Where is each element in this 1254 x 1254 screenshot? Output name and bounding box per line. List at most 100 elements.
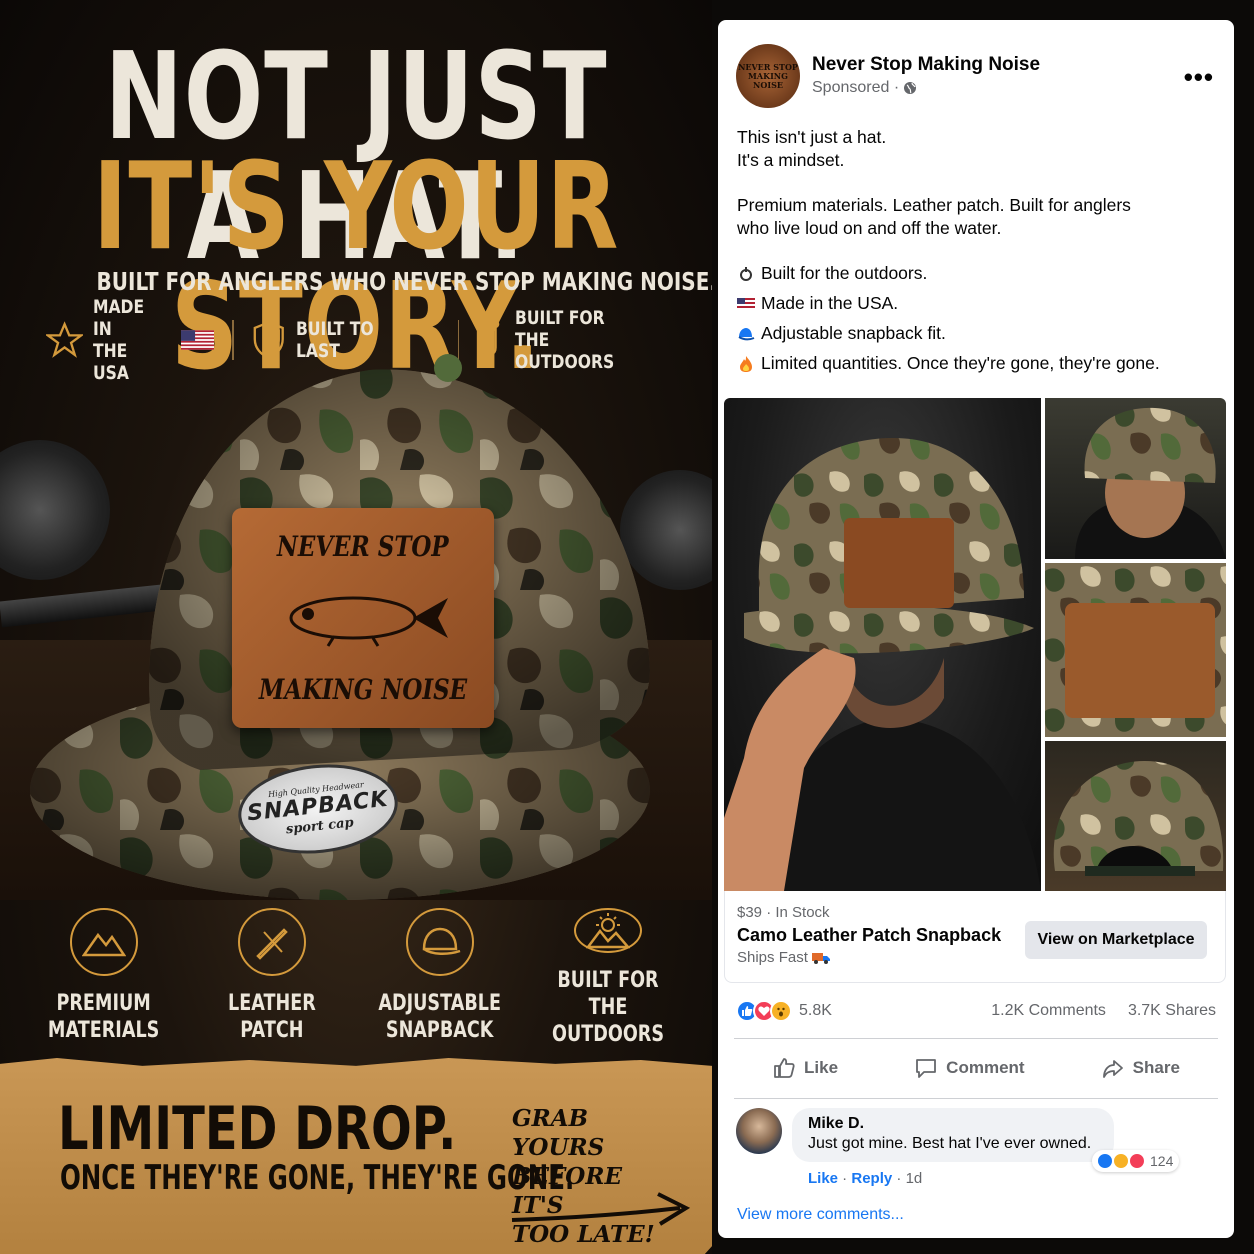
feature-adjustable-snapback: ADJUSTABLE SNAPBACK [360,908,520,1048]
feature-premium-label-1: PREMIUM [56,991,152,1016]
like-button-label: Like [804,1058,839,1077]
us-flag-icon [180,330,215,350]
bullet-made-in-usa: Made in the USA. [737,292,1217,315]
page-name[interactable]: Never Stop Making Noise [812,54,1040,76]
commenter-name[interactable]: Mike D. [808,1115,1098,1133]
post-line-3: Premium materials. Leather patch. Built … [737,195,1131,215]
feature-leather-patch: LEATHER PATCH [192,908,352,1048]
product-price: $39 · In Stock [737,904,830,921]
bullet-snapback: Adjustable snapback fit. [737,322,1217,345]
share-button[interactable]: Share [1101,1056,1180,1080]
us-flag-icon [737,295,755,313]
needle-icon [256,928,288,960]
share-button-label: Share [1132,1058,1180,1077]
view-on-marketplace-button[interactable]: View on Marketplace [1025,921,1207,959]
mountains-icon [82,932,126,957]
reactions-summary[interactable]: 5.8K [736,1000,832,1022]
post-line-4: who live loud on and off the water. [737,218,1002,238]
feature-outdoors-label-1: BUILT FOR THE [557,968,659,1020]
tagline-row: BUILT FOR ANGLERS WHO NEVER STOP MAKING … [55,264,712,298]
patch-top-text: NEVER STOP [277,530,449,563]
bullet-usa-text: Made in the USA. [761,293,899,313]
feature-outdoors-label-2: OUTDOORS [551,1022,665,1047]
fishing-reel-icon [737,265,755,283]
page-avatar[interactable]: NEVER STOP MAKING NOISE [736,44,800,108]
banner-cta-line-1: GRAB YOURS [512,1105,605,1161]
gallery-image-strap[interactable] [1045,741,1226,891]
feature-adjustable-label-2: SNAPBACK [386,1018,494,1043]
gallery-image-back[interactable] [1045,398,1226,559]
product-title[interactable]: Camo Leather Patch Snapback [737,925,1001,946]
reactions-count: 5.8K [799,1002,832,1019]
post-stats: 5.8K 1.2K Comments 3.7K Shares [736,996,1216,1026]
post-line-2: It's a mindset. [737,150,845,170]
comment-text: Just got mine. Best hat I've ever owned. [808,1135,1092,1152]
feature-built-for-label-1: BUILT FOR THE [515,307,605,351]
comment-time: 1d [905,1170,923,1187]
sun-mountain-icon [586,912,630,948]
post-body: This isn't just a hat. It's a mindset. P… [737,126,1217,382]
thumbs-up-icon [774,1058,795,1078]
commenter-avatar[interactable] [736,1108,782,1154]
globe-icon [904,82,917,94]
feature-outdoors: BUILT FOR THE OUTDOORS [528,908,688,1048]
comment-reaction-count: 124 [1150,1153,1174,1169]
hat-strap-image [1053,761,1224,876]
comment-bubble: Mike D. Just got mine. Best hat I've eve… [792,1108,1114,1162]
shipping-text: Ships Fast [737,949,808,966]
fishing-lure-icon [289,596,448,647]
banner-title: LIMITED DROP. [58,1094,457,1164]
feature-premium-materials: PREMIUM MATERIALS [24,908,184,1048]
comment-icon [916,1059,937,1078]
ad-poster: NOT JUST A HAT. IT'S YOUR STORY. BUILT F… [0,0,712,1254]
tagline: BUILT FOR ANGLERS WHO NEVER STOP MAKING … [96,266,712,296]
bullet-outdoors: Built for the outdoors. [737,262,1217,285]
feature-leather-label-2: PATCH [240,1018,304,1043]
patch-closeup-image [1045,563,1226,737]
comment-button-label: Comment [946,1058,1025,1077]
truck-icon [811,952,830,964]
shares-count[interactable]: 3.7K Shares [1128,1002,1216,1020]
comment-item: Mike D. Just got mine. Best hat I've eve… [736,1108,1216,1198]
cap-icon [422,927,461,955]
wow-reaction-icon [770,1000,792,1022]
comment-reply-link[interactable]: Reply [851,1170,892,1187]
feature-made-in-label-1: MADE IN [93,296,145,340]
arrow-icon [511,1192,691,1226]
bottom-features: PREMIUM MATERIALS LEATHER PATCH ADJUSTAB… [20,908,692,1048]
product-gallery[interactable] [724,398,1226,891]
sponsored-text: Sponsored · [812,79,900,96]
hat-back-view-image [1075,407,1226,559]
facebook-post: NEVER STOP MAKING NOISE Never Stop Makin… [718,20,1234,1238]
view-more-comments-link[interactable]: View more comments... [737,1206,904,1224]
share-icon [1102,1060,1123,1078]
banner-subtitle: ONCE THEY'RE GONE, THEY'RE GONE. [60,1158,575,1198]
comment-meta: Like · Reply · 1d [808,1170,923,1187]
sponsored-label: Sponsored · [812,79,917,97]
bullet-limited: Limited quantities. Once they're gone, t… [737,352,1217,375]
bullet-outdoors-text: Built for the outdoors. [761,263,928,283]
limited-drop-banner: LIMITED DROP. ONCE THEY'RE GONE, THEY'RE… [0,1058,712,1254]
product-info: $39 · In Stock Camo Leather Patch Snapba… [724,891,1226,983]
post-line-1: This isn't just a hat. [737,127,887,147]
feature-adjustable-label-1: ADJUSTABLE [378,991,502,1016]
leather-patch: NEVER STOP MAKING NOISE [232,508,494,728]
like-button[interactable]: Like [772,1056,838,1080]
gallery-image-patch-closeup[interactable] [1045,563,1226,737]
bullet-snapback-text: Adjustable snapback fit. [761,323,946,343]
patch-bottom-text: MAKING NOISE [258,673,468,706]
comment-like-link[interactable]: Like [808,1170,838,1187]
fire-icon [737,355,755,373]
more-options-button[interactable]: ••• [1184,62,1214,93]
post-actions: Like Comment Share [734,1048,1218,1088]
feature-leather-label-1: LEATHER [228,991,316,1016]
comments-count[interactable]: 1.2K Comments [991,1002,1106,1020]
stats-divider [734,1038,1218,1039]
blue-cap-icon [737,325,755,343]
love-reaction-icon [1128,1152,1146,1170]
feature-premium-label-2: MATERIALS [48,1018,160,1043]
shipping-info: Ships Fast [737,949,830,966]
comment-reactions[interactable]: 124 [1092,1150,1180,1172]
gallery-image-main[interactable] [724,398,1041,891]
comment-button[interactable]: Comment [914,1056,1025,1080]
